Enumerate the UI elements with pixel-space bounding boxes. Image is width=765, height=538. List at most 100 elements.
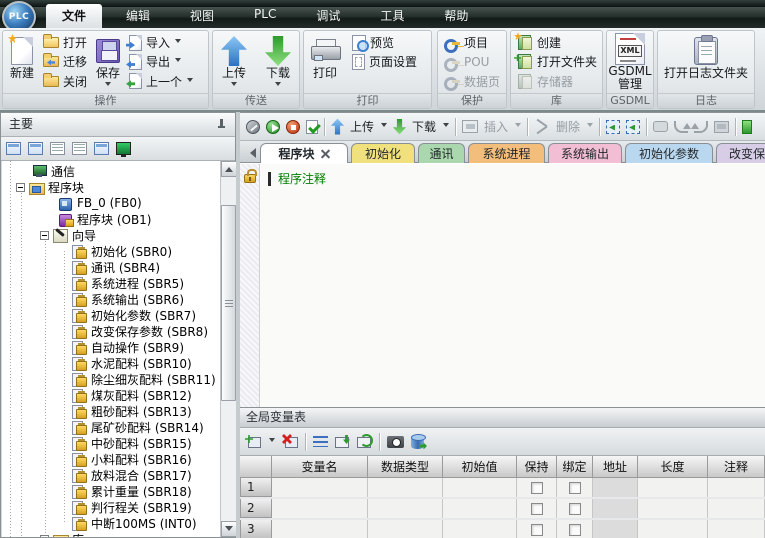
compile-icon[interactable] <box>246 120 260 134</box>
bookmark-next-icon[interactable] <box>626 120 640 134</box>
toolbar-upload-label[interactable]: 上传 <box>350 118 374 135</box>
tree-item-sbr18[interactable]: 累计重量 (SBR18) <box>72 483 192 499</box>
upload-icon[interactable] <box>331 119 344 135</box>
col-variable-name[interactable]: 变量名 <box>272 456 368 478</box>
status-chart-icon[interactable] <box>50 142 65 155</box>
menu-view[interactable]: 视图 <box>174 4 230 28</box>
cell-length[interactable] <box>638 520 708 538</box>
row-number[interactable]: 2 <box>240 499 272 518</box>
tab-program-block[interactable]: 程序块 <box>260 143 348 163</box>
print-button[interactable]: 打印 <box>307 33 343 91</box>
cell-address[interactable] <box>593 499 638 518</box>
tab-change-save-params[interactable]: 改变保存参数 <box>716 143 765 163</box>
tree-item-sbr9[interactable]: 自动操作 (SBR9) <box>72 339 184 355</box>
tree-item-int0[interactable]: 中断100MS (INT0) <box>72 515 197 531</box>
library-create-button[interactable]: 创建 <box>514 33 600 52</box>
cell-comment[interactable] <box>708 499 765 518</box>
sort-list-icon[interactable] <box>313 436 328 447</box>
force-table-icon[interactable] <box>742 120 752 134</box>
database-icon[interactable] <box>411 435 424 449</box>
page-setup-button[interactable]: 页面设置 <box>349 52 420 71</box>
tree-item-ob1[interactable]: 程序块 (OB1) <box>58 211 152 227</box>
cell-data-type[interactable] <box>368 520 443 538</box>
cross-reference-icon[interactable] <box>94 142 109 155</box>
data-block-icon[interactable] <box>72 142 87 155</box>
stop-icon[interactable] <box>286 120 300 134</box>
download-button[interactable]: 下载 <box>261 33 295 91</box>
tab-init-params[interactable]: 初始化参数 <box>625 143 713 163</box>
tree-item-sbr11[interactable]: 除尘细灰配料 (SBR11) <box>72 371 216 387</box>
menu-help[interactable]: 帮助 <box>428 4 484 28</box>
bind-checkbox[interactable] <box>569 503 581 515</box>
retain-checkbox[interactable] <box>531 482 543 494</box>
open-log-folder-button[interactable]: 打开日志文件夹 <box>660 33 752 91</box>
migrate-button[interactable]: 迁移 <box>40 52 90 71</box>
tree-item-sbr4[interactable]: 通讯 (SBR4) <box>72 259 160 275</box>
tree-item-sbr16[interactable]: 小料配料 (SBR16) <box>72 451 192 467</box>
tree-scrollbar[interactable] <box>220 161 236 537</box>
scroll-down-button[interactable] <box>221 521 237 537</box>
bookmark-toggle-icon[interactable] <box>606 120 620 134</box>
collapse-expander-icon[interactable] <box>40 231 49 240</box>
tree-item-sbr10[interactable]: 水泥配料 (SBR10) <box>72 355 192 371</box>
tab-system-process[interactable]: 系统进程 <box>468 143 545 163</box>
retain-checkbox[interactable] <box>531 503 543 515</box>
tree-item-sbr8[interactable]: 改变保存参数 (SBR8) <box>72 323 208 339</box>
open-button[interactable]: 打开 <box>40 33 90 52</box>
project-view-icon[interactable] <box>6 142 21 155</box>
cell-initial-value[interactable] <box>443 499 517 518</box>
program-comment[interactable]: 程序注释 <box>268 170 326 187</box>
bind-checkbox[interactable] <box>569 524 581 536</box>
menu-edit[interactable]: 编辑 <box>110 4 166 28</box>
tree-item-sbr14[interactable]: 尾矿砂配料 (SBR14) <box>72 419 204 435</box>
tree-item-sbr15[interactable]: 中砂配料 (SBR15) <box>72 435 192 451</box>
tree-item-wizard[interactable]: 向导 <box>40 227 96 243</box>
tree-item-sbr0[interactable]: 初始化 (SBR0) <box>72 243 172 259</box>
tree-item-sbr7[interactable]: 初始化参数 (SBR7) <box>72 307 196 323</box>
gsdml-manage-button[interactable]: XML GSDML 管理 <box>608 33 651 91</box>
col-data-type[interactable]: 数据类型 <box>368 456 443 478</box>
tree-item-sbr17[interactable]: 放料混合 (SBR17) <box>72 467 192 483</box>
upload-caret-icon[interactable] <box>381 123 387 130</box>
close-button[interactable]: 关闭 <box>40 72 90 91</box>
scrollbar-thumb[interactable] <box>221 205 236 401</box>
tree-item-sbr13[interactable]: 粗砂配料 (SBR13) <box>72 403 192 419</box>
cell-variable-name[interactable] <box>272 520 368 538</box>
menu-file[interactable]: 文件 <box>46 4 102 28</box>
import-table-icon[interactable] <box>335 435 350 448</box>
program-editor[interactable]: 程序注释 <box>240 163 765 407</box>
sync-table-icon[interactable] <box>357 435 372 448</box>
previous-button[interactable]: 上一个 <box>126 72 196 91</box>
new-button[interactable]: 新建 <box>6 33 38 91</box>
col-address[interactable]: 地址 <box>593 456 638 478</box>
menu-plc[interactable]: PLC <box>238 4 292 28</box>
col-length[interactable]: 长度 <box>638 456 708 478</box>
tree-item-fb0[interactable]: FB_0 (FB0) <box>58 195 142 211</box>
tree-item-communication[interactable]: 通信 <box>32 163 75 179</box>
upload-button[interactable]: 上传 <box>217 33 251 91</box>
library-open-folder-button[interactable]: 打开文件夹 <box>514 52 600 71</box>
collapse-expander-icon[interactable] <box>16 183 25 192</box>
toolbar-download-label[interactable]: 下载 <box>412 118 436 135</box>
tree-item-sbr6[interactable]: 系统输出 (SBR6) <box>72 291 184 307</box>
communications-view-icon[interactable] <box>116 142 131 155</box>
cell-comment[interactable] <box>708 520 765 538</box>
tree-item-sbr12[interactable]: 煤灰配料 (SBR12) <box>72 387 192 403</box>
cell-data-type[interactable] <box>368 478 443 497</box>
col-comment[interactable]: 注释 <box>708 456 765 478</box>
download-icon[interactable] <box>393 119 406 135</box>
cell-length[interactable] <box>638 478 708 497</box>
cell-initial-value[interactable] <box>443 520 517 538</box>
cell-address[interactable] <box>593 478 638 497</box>
tree-item-sbr5[interactable]: 系统进程 (SBR5) <box>72 275 184 291</box>
symbol-table-icon[interactable] <box>28 142 43 155</box>
export-button[interactable]: 导出 <box>126 52 196 71</box>
row-number[interactable]: 1 <box>240 478 272 497</box>
pin-icon[interactable] <box>216 119 227 130</box>
compile-check-icon[interactable] <box>306 120 318 134</box>
cell-address[interactable] <box>593 520 638 538</box>
save-button[interactable]: 保存 <box>92 33 124 91</box>
menu-debug[interactable]: 调试 <box>300 4 356 28</box>
col-bind[interactable]: 绑定 <box>557 456 593 478</box>
tab-system-output[interactable]: 系统输出 <box>548 143 622 163</box>
